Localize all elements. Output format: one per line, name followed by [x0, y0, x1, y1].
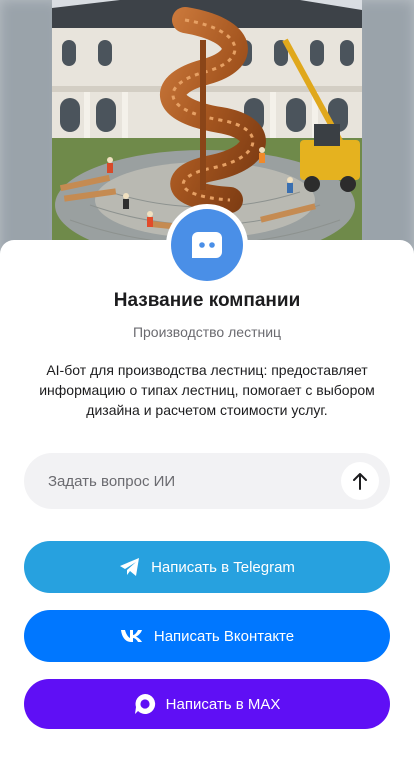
vk-button[interactable]: Написать Вконтакте — [24, 610, 390, 662]
vk-button-label: Написать Вконтакте — [153, 627, 295, 645]
max-icon — [134, 693, 156, 715]
bot-avatar — [166, 204, 248, 286]
avatar-circle — [171, 209, 243, 281]
company-category: Производство лестниц — [132, 324, 282, 340]
vk-icon — [120, 629, 144, 643]
bot-landing-page: Название компании Производство лестниц A… — [0, 0, 414, 770]
ask-ai-field — [24, 453, 390, 509]
ask-ai-input[interactable] — [48, 453, 348, 509]
max-button-label: Написать в MAX — [165, 695, 281, 713]
max-button[interactable]: Написать в MAX — [24, 679, 390, 729]
telegram-button[interactable]: Написать в Telegram — [24, 541, 390, 593]
send-button[interactable] — [341, 462, 379, 500]
chat-bot-icon — [192, 232, 222, 258]
telegram-icon — [119, 557, 141, 577]
company-description: AI-бот для производства лестниц: предост… — [39, 362, 375, 418]
telegram-button-label: Написать в Telegram — [151, 558, 295, 576]
company-name: Название компании — [113, 290, 301, 311]
arrow-up-icon — [353, 473, 367, 490]
